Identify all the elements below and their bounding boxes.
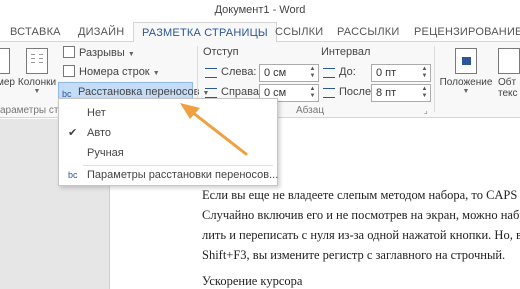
annotation-arrow-icon [180, 103, 248, 156]
